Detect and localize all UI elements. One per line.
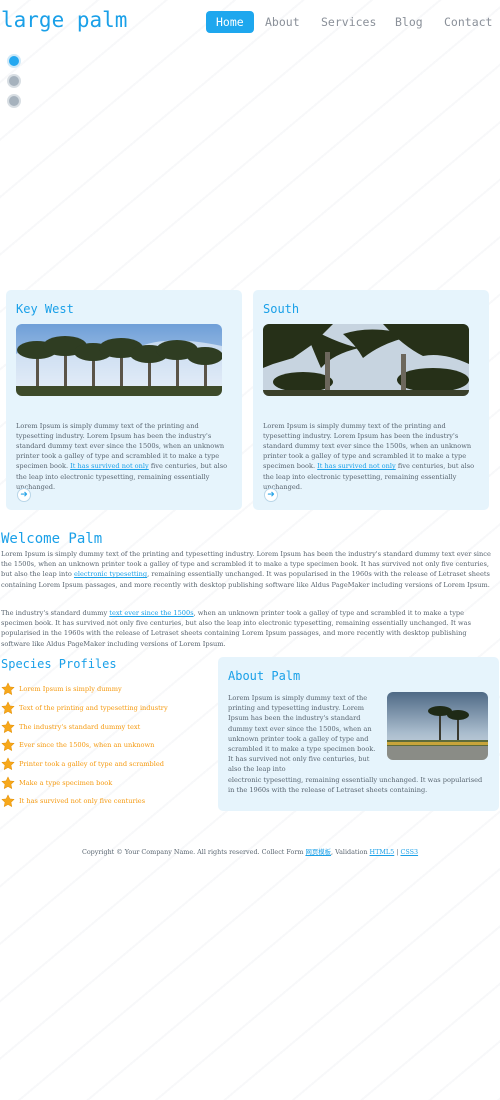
slider-dot-2[interactable] bbox=[7, 74, 21, 88]
feature-inline-link[interactable]: It has survived not only bbox=[317, 462, 396, 470]
footer: Copyright © Your Company Name. All right… bbox=[81, 848, 419, 856]
star-icon bbox=[1, 738, 15, 752]
feature-text: Lorem Ipsum is simply dummy text of the … bbox=[263, 421, 475, 491]
feature-box-key-west: Key West Lorem Ipsum is simply dummy tex… bbox=[6, 290, 242, 510]
slider-dot-3[interactable] bbox=[7, 94, 21, 108]
list-item[interactable]: It has survived not only five centuries bbox=[1, 792, 168, 811]
welcome-paragraph-2: The industry's standard dummy text ever … bbox=[1, 609, 471, 648]
about-text-wrapped: Lorem Ipsum is simply dummy text of the … bbox=[228, 694, 376, 774]
arrow-right-icon[interactable]: ➜ bbox=[264, 488, 278, 502]
list-item[interactable]: The industry's standard dummy text bbox=[1, 717, 168, 736]
feature-inline-link[interactable]: It has survived not only bbox=[70, 462, 149, 470]
footer-link-templates[interactable]: 网页模板 bbox=[305, 848, 331, 856]
feature-box-south: South Lorem Ipsum is simply dummy text o… bbox=[253, 290, 489, 510]
nav-item-contact[interactable]: Contact bbox=[444, 11, 492, 33]
feature-text: Lorem Ipsum is simply dummy text of the … bbox=[16, 421, 228, 491]
star-icon bbox=[1, 701, 15, 715]
about-box: About Palm Lorem Ipsum is simply dummy t… bbox=[218, 657, 499, 811]
welcome-heading: Welcome Palm bbox=[1, 531, 103, 547]
slider-pagination bbox=[7, 54, 21, 114]
arrow-right-icon[interactable]: ➜ bbox=[17, 488, 31, 502]
star-icon bbox=[1, 682, 15, 696]
site-logo-title[interactable]: large palm bbox=[1, 8, 127, 32]
slider-dot-1[interactable] bbox=[7, 54, 21, 68]
feature-title: Key West bbox=[16, 302, 74, 316]
welcome-paragraph-1: Lorem Ipsum is simply dummy text of the … bbox=[1, 550, 491, 589]
welcome-inline-link-1[interactable]: electronic typesetting bbox=[74, 570, 147, 578]
welcome-inline-link-2[interactable]: text ever since the 1500s bbox=[109, 609, 193, 617]
palm-row-photo bbox=[16, 324, 222, 396]
nav-item-services[interactable]: Services bbox=[321, 11, 376, 33]
nav-item-blog[interactable]: Blog bbox=[395, 11, 423, 33]
list-item[interactable]: Ever since the 1500s, when an unknown bbox=[1, 736, 168, 755]
species-list: Lorem Ipsum is simply dummy Text of the … bbox=[1, 680, 168, 811]
list-item[interactable]: Make a type specimen book bbox=[1, 773, 168, 792]
star-icon bbox=[1, 794, 15, 808]
feature-title: South bbox=[263, 302, 300, 316]
nav-item-home[interactable]: Home bbox=[206, 11, 254, 33]
list-item[interactable]: Text of the printing and typesetting ind… bbox=[1, 699, 168, 718]
about-text: Lorem Ipsum is simply dummy text of the … bbox=[228, 693, 490, 795]
about-heading: About Palm bbox=[228, 669, 301, 683]
star-icon bbox=[1, 720, 15, 733]
list-item[interactable]: Printer took a galley of type and scramb… bbox=[1, 755, 168, 774]
list-item[interactable]: Lorem Ipsum is simply dummy bbox=[1, 680, 168, 699]
palm-canopy-photo bbox=[263, 324, 469, 396]
footer-link-css3[interactable]: CSS3 bbox=[400, 848, 418, 856]
star-icon bbox=[1, 776, 15, 789]
footer-link-html5[interactable]: HTML5 bbox=[370, 848, 395, 856]
nav-item-about[interactable]: About bbox=[265, 11, 300, 33]
about-text-continued: electronic typesetting, remaining essent… bbox=[228, 775, 483, 794]
species-heading: Species Profiles bbox=[1, 657, 117, 671]
star-icon bbox=[1, 757, 15, 771]
